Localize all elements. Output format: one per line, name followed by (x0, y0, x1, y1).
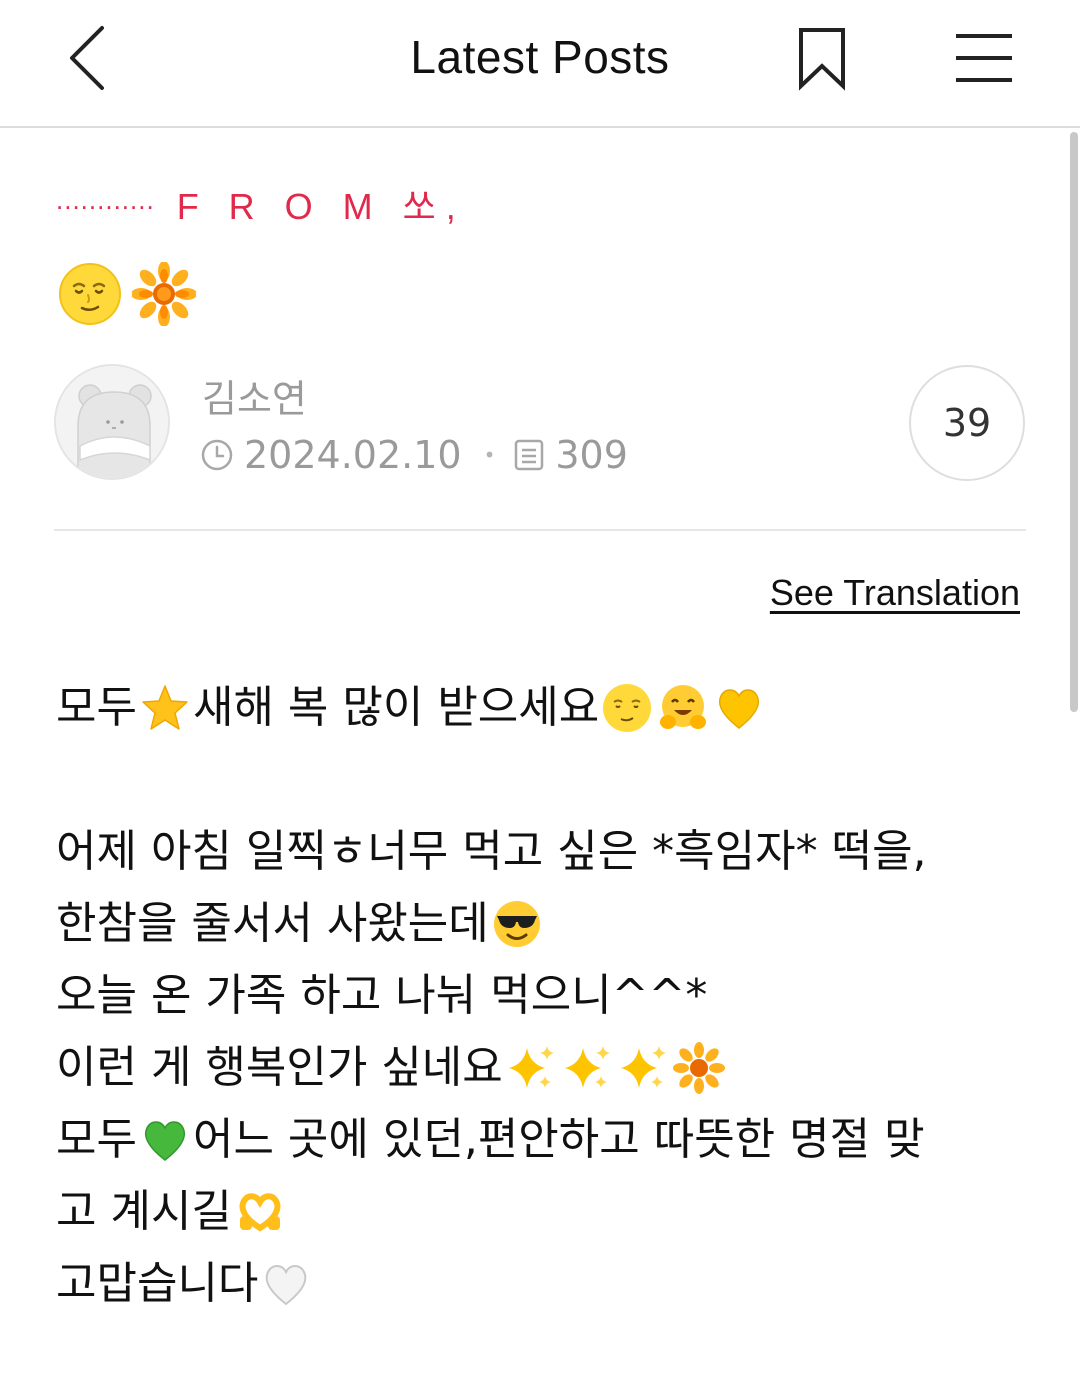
bookmark-button[interactable] (792, 22, 852, 92)
body-text: 모두 (56, 1114, 137, 1165)
divider (54, 529, 1026, 531)
author-name[interactable]: 김소연 (202, 368, 307, 423)
green-heart-emoji-icon (139, 1114, 191, 1166)
sunflower-emoji-icon (672, 1042, 725, 1094)
post-date: 2024.02.10 (244, 433, 462, 477)
body-text: 이런 게 행복인가 싶네요 (56, 1042, 503, 1093)
body-line: 어제 아침 일찍ㅎ너무 먹고 싶은 *흑임자* 떡을, (56, 816, 1016, 888)
body-line: 한참을 줄서서 사왔는데 (56, 888, 1016, 960)
page-title: Latest Posts (410, 31, 670, 83)
body-text: 어느 곳에 있던,편안하고 따뜻한 명절 맞 (192, 1114, 925, 1165)
meta-separator-dot: • (483, 443, 496, 467)
hamburger-menu-icon (956, 34, 1012, 82)
body-text: 어제 아침 일찍ㅎ너무 먹고 싶은 *흑임자* 떡을, (56, 826, 927, 877)
sunglasses-face-emoji-icon (491, 898, 543, 950)
sparkles-emoji-icon (561, 1042, 613, 1094)
author-avatar[interactable] (54, 364, 170, 480)
top-app-bar: Latest Posts (0, 0, 1080, 128)
body-line: 오늘 온 가족 하고 나눠 먹으니^^* (56, 960, 1016, 1032)
hamster-avatar-icon (56, 366, 168, 478)
sunflower-emoji-icon (132, 262, 196, 326)
board-label-dots: ............ (56, 184, 155, 215)
board-name: F R O M 쏘, (176, 186, 466, 227)
body-text: 고맙습니다 (56, 1258, 259, 1309)
body-line: 고 계시길 (56, 1176, 1016, 1248)
clock-icon (200, 438, 234, 472)
body-line: 모두 새해 복 많이 받으세요 (56, 672, 1016, 744)
view-count: 309 (555, 433, 628, 477)
yellow-heart-emoji-icon (713, 682, 765, 734)
body-text: 한참을 줄서서 사왔는데 (56, 898, 489, 949)
menu-button[interactable] (950, 22, 1020, 92)
board-label[interactable]: ............ F R O M 쏘, (56, 178, 466, 230)
body-text: 고 계시길 (56, 1186, 232, 1237)
body-line: 고맙습니다 (56, 1248, 1016, 1320)
post-page: Latest Posts ............ F R O M 쏘, 김소연… (0, 0, 1080, 1387)
post-meta: 2024.02.10 • 309 (200, 432, 628, 478)
body-text: 모두 (56, 682, 137, 733)
body-text: 새해 복 많이 받으세요 (192, 682, 600, 733)
post-body: 모두 새해 복 많이 받으세요 어제 아침 일찍ㅎ너무 먹고 싶은 *흑임자* … (56, 672, 1016, 1320)
comment-count-button[interactable]: 39 (909, 365, 1025, 481)
sparkles-emoji-icon (505, 1042, 557, 1094)
body-line: 모두 어느 곳에 있던,편안하고 따뜻한 명절 맞 (56, 1104, 1016, 1176)
post-title (56, 262, 198, 326)
views-document-icon (513, 438, 545, 472)
star-emoji-icon (139, 682, 191, 734)
body-text: 오늘 온 가족 하고 나눠 먹으니^^* (56, 970, 708, 1021)
bookmark-icon (799, 28, 845, 91)
sparkles-emoji-icon (617, 1042, 669, 1094)
hugging-face-emoji-icon (657, 682, 709, 734)
moon-face-emoji-icon (601, 682, 653, 734)
heart-hands-emoji-icon (234, 1186, 286, 1238)
moon-face-emoji-icon (58, 262, 122, 326)
scrollbar-thumb[interactable] (1070, 132, 1078, 712)
body-line: 이런 게 행복인가 싶네요 (56, 1032, 1016, 1104)
see-translation-link[interactable]: See Translation (770, 572, 1020, 614)
white-heart-emoji-icon (260, 1258, 312, 1310)
